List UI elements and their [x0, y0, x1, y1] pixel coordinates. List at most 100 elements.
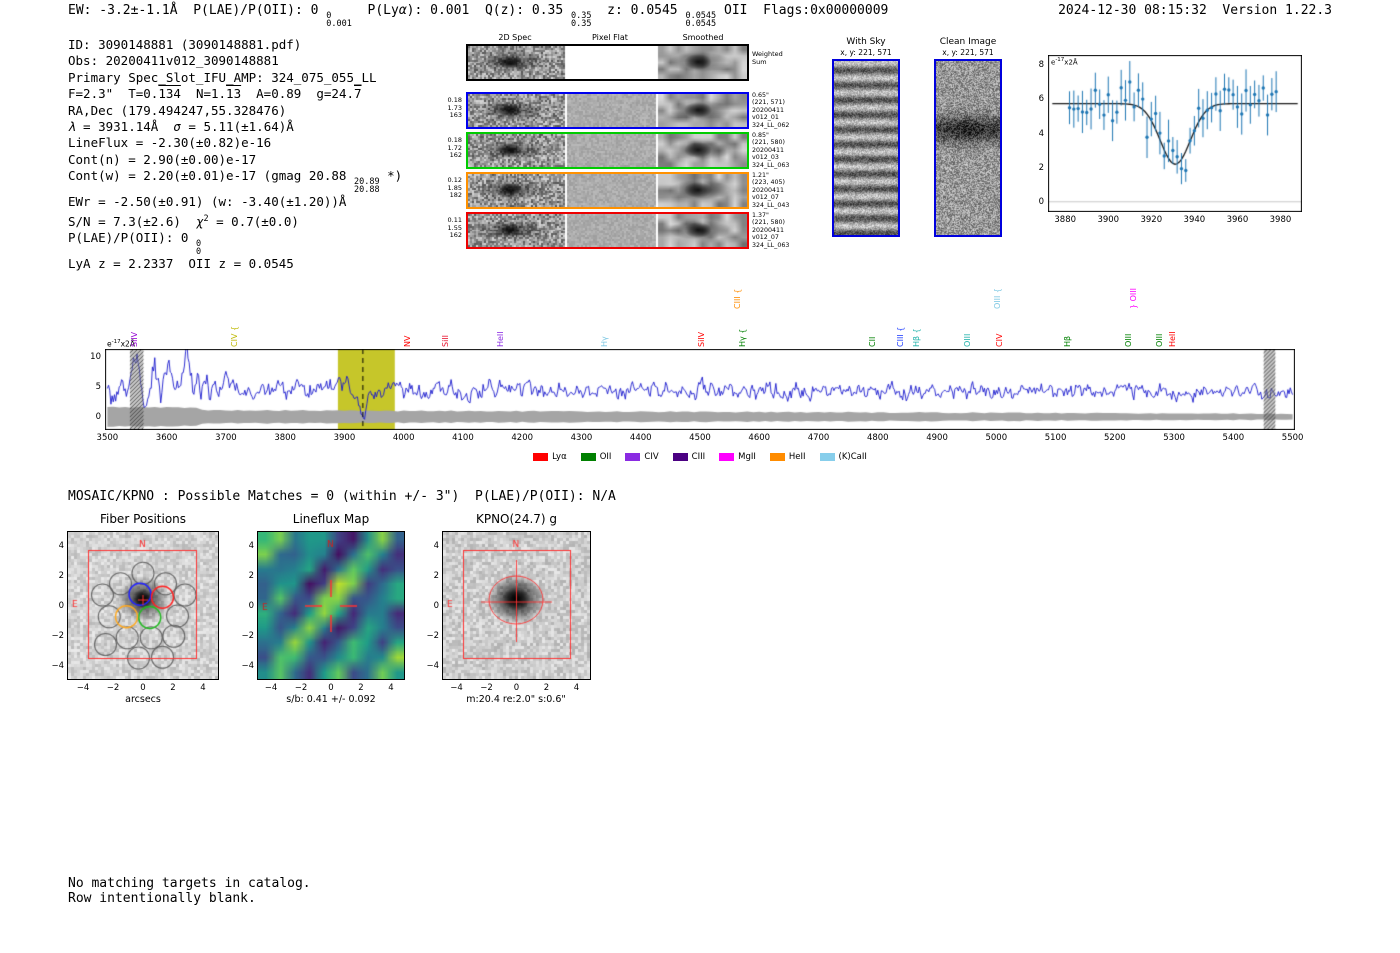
legend-item: Lyα: [533, 452, 567, 462]
mini-y-tick-label: 0: [58, 600, 64, 611]
legend-label: OII: [599, 452, 612, 462]
spectrum-x-tick-label: 3700: [215, 433, 237, 443]
kpno-cutout-image: [442, 531, 591, 680]
detection-info-block: ID: 3090148881 (3090148881.pdf) Obs: 2020…: [68, 37, 402, 273]
with-sky-image: [834, 61, 898, 235]
header-measurements: EW: -3.2±-1.1Å P(LAE)/P(OII): 0 0 0.001 P…: [68, 3, 889, 29]
spectrum-x-tick-label: 5100: [1044, 433, 1067, 443]
info-line: EWr = -2.50(±0.91) (w: -3.40(±1.20))Å: [68, 194, 347, 210]
fiber-row-weights: 0.18 1.73 163: [447, 96, 462, 120]
info-line: Cont(w) = 2.20(±0.01)e-17 (gmag 20.88 20…: [68, 168, 403, 196]
spectrum-x-tick-label: 5200: [1104, 433, 1126, 443]
fiber-row-weights: 0.12 1.85 182: [447, 176, 462, 200]
spectrum-x-tick-label: 4000: [392, 433, 415, 443]
weighted-sum-cutout-row: [466, 44, 749, 81]
spectrum-x-tick-label: 3500: [96, 433, 119, 443]
fiber-2d-spec-image: [468, 214, 747, 247]
spectrum-x-tick-label: 4500: [689, 433, 711, 443]
weighted-sum-label: Weighted Sum: [752, 50, 783, 66]
fit-y-tick-label: 6: [1038, 94, 1044, 105]
spectrum-x-tick-label: 4600: [748, 433, 771, 443]
fiber-row-meta: 0.65" (221, 571) 20200411 v012_01 324_LL_062: [752, 92, 790, 129]
mini-x-tick-label: 0: [328, 683, 334, 693]
spectrum-line-label: CIII {: [733, 288, 743, 309]
spectrum-x-tick-label: 5500: [1281, 433, 1304, 443]
footer-blank-row-line: Row intentionally blank.: [68, 891, 256, 906]
mini-x-tick-label: −2: [106, 683, 120, 693]
spectrum-x-tick-label: 4300: [570, 433, 593, 443]
spectrum-x-tick-label: 3600: [155, 433, 178, 443]
legend-swatch: [819, 453, 835, 461]
legend-item: CIV: [625, 452, 659, 462]
legend-swatch: [580, 453, 596, 461]
legend-label: MgII: [738, 452, 756, 462]
fiber-positions-title: Fiber Positions: [99, 512, 187, 526]
fiber-cutout-row: [466, 212, 749, 249]
with-sky-title: With Sky: [846, 37, 886, 47]
info-line: RA,Dec (179.494247,55.328476): [68, 102, 287, 118]
fit-x-tick-label: 3940: [1183, 215, 1206, 225]
spectrum-x-tick-label: 3900: [333, 433, 356, 443]
spectrum-line-label: HeII: [1167, 331, 1177, 347]
legend-swatch: [672, 453, 688, 461]
lineflux-map-xlabel: s/b: 0.41 +/- 0.092: [286, 694, 376, 705]
info-line: Primary Spec_Slot_IFU_AMP: 324_075_055_L…: [68, 69, 377, 85]
spectrum-line-label: Hβ {: [912, 328, 922, 347]
spectrum-line-label: CIII {: [896, 326, 906, 347]
mini-y-tick-label: 4: [433, 540, 439, 551]
mini-y-tick-label: 2: [58, 570, 64, 581]
spectrum-x-tick-label: 5400: [1222, 433, 1245, 443]
legend-label: HeII: [788, 452, 806, 462]
mini-x-tick-label: −2: [480, 683, 493, 693]
fit-y-tick-label: 0: [1038, 196, 1044, 207]
info-line: LyA z = 2.2337 OII z = 0.0545: [68, 256, 294, 272]
spectrum-line-label: CIV: [994, 333, 1004, 347]
mini-y-tick-label: 4: [248, 540, 254, 551]
spectrum-line-label: CII: [868, 336, 877, 347]
mini-y-tick-label: 2: [248, 570, 254, 581]
mini-x-tick-label: 0: [513, 683, 520, 693]
spectrum-line-label: SiIV: [696, 331, 706, 347]
info-line: λ = 3931.14Å σ = 5.11(±1.64)Å: [68, 119, 294, 135]
column-header-2d-spec: 2D Spec: [498, 33, 532, 42]
legend-item: CIII: [672, 452, 705, 462]
clean-image: [936, 61, 1000, 235]
mini-y-tick-label: −2: [241, 630, 254, 641]
legend-label: Lyα: [552, 452, 567, 462]
footer-no-match-line: No matching targets in catalog.: [68, 876, 311, 891]
fiber-row-weights: 0.11 1.55 162: [447, 216, 462, 240]
spectrum-y-tick-label: 10: [90, 351, 101, 362]
spectrum-x-tick-label: 4700: [807, 433, 830, 443]
mini-x-tick-label: 4: [388, 683, 394, 693]
fit-y-tick-label: 8: [1038, 60, 1044, 71]
fit-x-tick-label: 3880: [1054, 215, 1077, 225]
spectrum-line-label: OIII: [963, 333, 973, 347]
fit-x-tick-label: 3900: [1097, 215, 1120, 225]
fiber-row-meta: 1.37" (221, 580) 20200411 v012_07 324_LL_063: [752, 212, 790, 249]
spectrum-line-label: OIII: [1124, 333, 1134, 347]
spectrum-y-tick-label: 5: [95, 381, 101, 392]
fiber-cutout-row: [466, 172, 749, 209]
spectrum-x-tick-label: 3800: [274, 433, 296, 443]
mini-x-tick-label: 2: [358, 683, 364, 693]
spectrum-line-label: OIII: [1154, 333, 1164, 347]
info-line: ID: 3090148881 (3090148881.pdf): [68, 37, 302, 52]
fiber-2d-spec-image: [468, 134, 747, 167]
spectrum-x-tick-label: 4400: [629, 433, 652, 443]
mini-y-tick-label: 4: [58, 540, 64, 551]
mini-x-tick-label: −4: [76, 683, 90, 693]
mini-y-tick-label: −4: [426, 660, 439, 671]
kpno-cutout-xlabel: m:20.4 re:2.0" s:0.6": [466, 694, 566, 705]
info-line: S/N = 7.3(±2.6) χ2 = 0.7(±0.0): [68, 213, 299, 229]
spectrum-line-label: Hγ: [600, 336, 610, 347]
legend-item: MgII: [719, 452, 756, 462]
mini-x-tick-label: 4: [200, 683, 206, 693]
fiber-row-meta: 1.21" (223, 405) 20200411 v012_07 324_LL_043: [752, 172, 790, 209]
fiber-cutout-row: [466, 132, 749, 169]
spectrum-x-tick-label: 5000: [985, 433, 1008, 443]
clean-image-coords: x, y: 221, 571: [942, 48, 994, 57]
fiber-row-meta: 0.85" (221, 580) 20200411 v012_03 324_LL_063: [752, 132, 790, 169]
lineflux-map-image: [257, 531, 405, 680]
info-line: P(LAE)/P(OII): 0 00: [68, 230, 202, 258]
lineflux-map-title: Lineflux Map: [292, 512, 370, 526]
